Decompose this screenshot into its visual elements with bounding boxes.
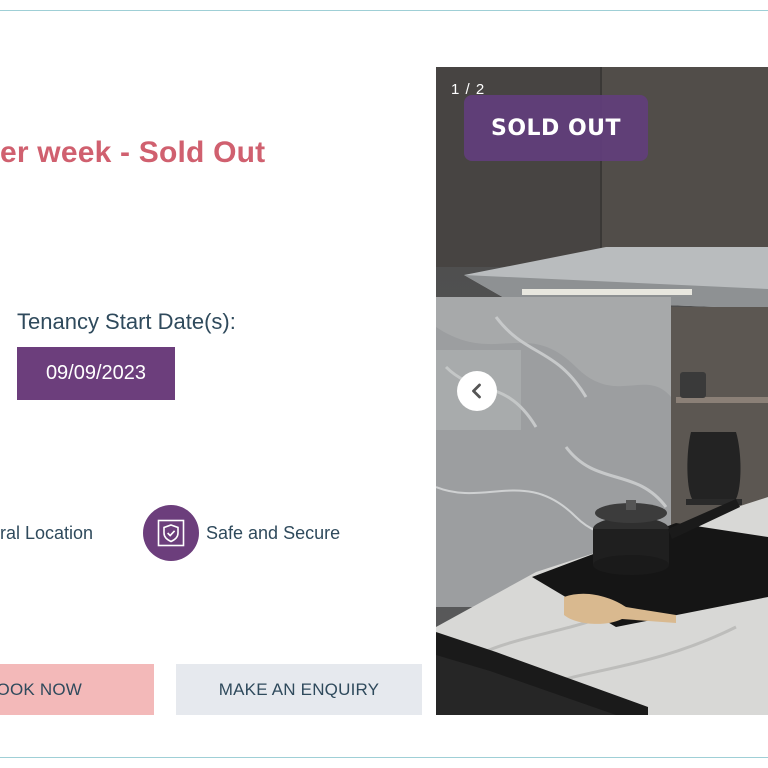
gallery-photo: 1 / 2 SOLD OUT	[436, 67, 768, 715]
shield-check-icon	[143, 505, 199, 561]
sold-out-tag: SOLD OUT	[464, 95, 648, 161]
chevron-left-icon	[472, 383, 481, 399]
tenancy-start-label: Tenancy Start Date(s):	[17, 309, 236, 334]
price-heading: er week - Sold Out	[0, 136, 266, 169]
feature-safe-and-secure: Safe and Secure	[206, 523, 341, 543]
book-now-button[interactable]: OOK NOW	[0, 664, 154, 715]
bottom-divider	[0, 757, 768, 758]
tenancy-start-date-badge[interactable]: 09/09/2023	[17, 347, 175, 400]
top-divider	[0, 10, 768, 11]
gallery-prev-button[interactable]	[457, 371, 497, 411]
make-enquiry-button[interactable]: MAKE AN ENQUIRY	[176, 664, 422, 715]
feature-central-location: ral Location	[0, 523, 94, 543]
